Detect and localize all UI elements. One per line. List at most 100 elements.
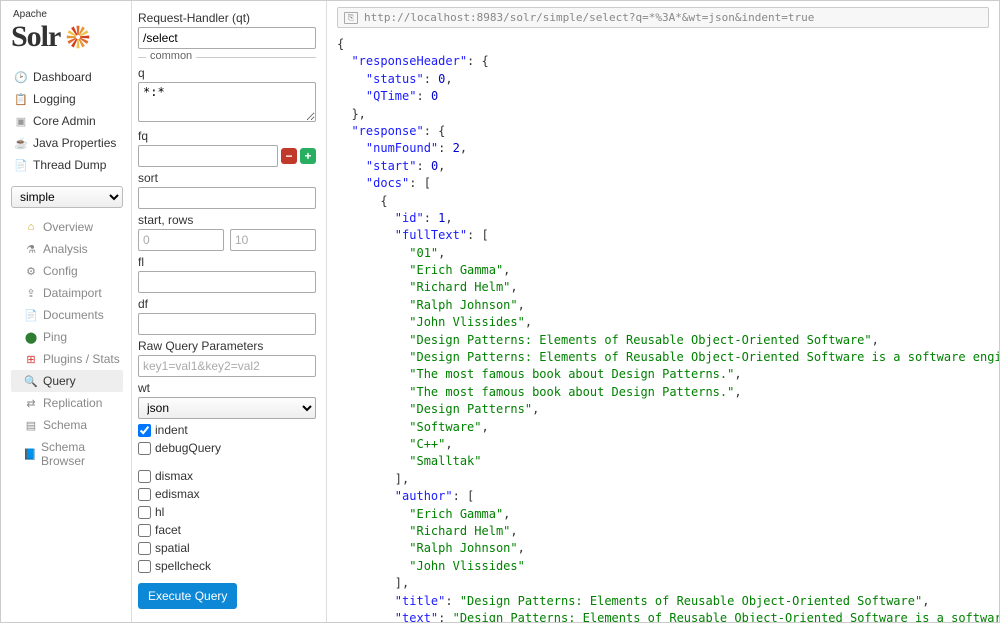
indent-checkbox[interactable] <box>138 424 151 437</box>
core-documents[interactable]: 📄 Documents <box>11 304 123 326</box>
core-analysis[interactable]: ⚗ Analysis <box>11 238 123 260</box>
spatial-row[interactable]: spatial <box>138 541 316 555</box>
nav-label: Thread Dump <box>33 158 106 172</box>
nav-label: Analysis <box>43 242 88 256</box>
flask-icon: ⚗ <box>23 242 39 256</box>
home-icon: ⌂ <box>23 220 39 234</box>
qt-input[interactable] <box>138 27 316 49</box>
nav-java-props[interactable]: ☕Java Properties <box>11 132 123 154</box>
spatial-checkbox[interactable] <box>138 542 151 555</box>
fq-remove-button[interactable]: − <box>281 148 297 164</box>
query-form: Request-Handler (qt) common q fq − + sor… <box>131 1 327 622</box>
plugin-icon: ⊞ <box>23 352 39 366</box>
facet-checkbox[interactable] <box>138 524 151 537</box>
nav-label: Logging <box>33 92 76 106</box>
hl-row[interactable]: hl <box>138 505 316 519</box>
gauge-icon: 🕑 <box>13 70 29 84</box>
core-selector[interactable]: simple <box>11 186 123 208</box>
fq-add-button[interactable]: + <box>300 148 316 164</box>
fl-input[interactable] <box>138 271 316 293</box>
start-input[interactable] <box>138 229 224 251</box>
edismax-checkbox[interactable] <box>138 488 151 501</box>
logo-brand: Solr <box>11 20 123 54</box>
core-select-dropdown[interactable]: simple <box>11 186 123 208</box>
nav-label: Schema Browser <box>41 440 121 468</box>
core-query[interactable]: 🔍 Query <box>11 370 123 392</box>
raw-input[interactable] <box>138 355 316 377</box>
replicate-icon: ⇄ <box>23 396 39 410</box>
opt-label: dismax <box>155 469 193 483</box>
sort-label: sort <box>138 171 316 185</box>
nav-label: Ping <box>43 330 67 344</box>
rows-input[interactable] <box>230 229 316 251</box>
schema-icon: ▤ <box>23 418 39 432</box>
opt-label: spatial <box>155 541 190 555</box>
logo-apache: Apache <box>13 9 123 20</box>
nav-logging[interactable]: 📋 Logging <box>11 88 123 110</box>
q-input[interactable] <box>138 82 316 122</box>
browser-icon: 📘 <box>23 447 37 461</box>
core-config[interactable]: ⚙Config <box>11 260 123 282</box>
logo-text: Solr <box>11 20 60 54</box>
nav-label: Overview <box>43 220 93 234</box>
dismax-row[interactable]: dismax <box>138 469 316 483</box>
logo: Apache Solr <box>11 9 123 54</box>
indent-row[interactable]: indent <box>138 423 316 437</box>
dismax-checkbox[interactable] <box>138 470 151 483</box>
nav-core: ⌂Overview ⚗Analysis ⚙Config ⇪Dataimport … <box>11 216 123 472</box>
spellcheck-row[interactable]: spellcheck <box>138 559 316 573</box>
core-schema[interactable]: ▤ Schema <box>11 414 123 436</box>
core-dataimport[interactable]: ⇪Dataimport <box>11 282 123 304</box>
nav-label: Query <box>43 374 76 388</box>
nav-label: Documents <box>43 308 104 322</box>
common-legend: common <box>146 50 196 62</box>
nav-label: Dataimport <box>43 286 102 300</box>
core-schema-browser[interactable]: 📘 Schema Browser <box>11 436 123 472</box>
facet-row[interactable]: facet <box>138 523 316 537</box>
core-plugins[interactable]: ⊞Plugins / Stats <box>11 348 123 370</box>
nav-thread-dump[interactable]: 📄 Thread Dump <box>11 154 123 176</box>
nav-label: Schema <box>43 418 87 432</box>
search-icon: 🔍 <box>23 374 39 388</box>
nav-label: Dashboard <box>33 70 92 84</box>
start-rows-label: start, rows <box>138 213 316 227</box>
nav-label: Java Properties <box>33 136 116 150</box>
q-label: q <box>138 66 316 80</box>
core-replication[interactable]: ⇄ Replication <box>11 392 123 414</box>
core-ping[interactable]: ⬤ Ping <box>11 326 123 348</box>
nav-dashboard[interactable]: 🕑 Dashboard <box>11 66 123 88</box>
debug-checkbox[interactable] <box>138 442 151 455</box>
app-root: Apache Solr 🕑 Dashboard 📋 Logging ▣Core Ad… <box>1 1 999 622</box>
sort-input[interactable] <box>138 187 316 209</box>
wt-select[interactable]: json <box>138 397 316 419</box>
edismax-row[interactable]: edismax <box>138 487 316 501</box>
ping-icon: ⬤ <box>23 330 39 344</box>
common-fieldset: common q fq − + sort start, rows fl df R… <box>138 57 316 455</box>
thread-icon: 📄 <box>13 158 29 172</box>
spellcheck-checkbox[interactable] <box>138 560 151 573</box>
nav-core-admin[interactable]: ▣Core Admin <box>11 110 123 132</box>
log-icon: 📋 <box>13 92 29 106</box>
execute-query-button[interactable]: Execute Query <box>138 583 237 609</box>
df-input[interactable] <box>138 313 316 335</box>
gear-icon: ⚙ <box>23 264 39 278</box>
core-overview[interactable]: ⌂ Overview <box>11 216 123 238</box>
result-panel: ⎘ http://localhost:8983/solr/simple/sele… <box>327 1 999 622</box>
df-label: df <box>138 297 316 311</box>
opt-label: edismax <box>155 487 200 501</box>
link-icon: ⎘ <box>344 12 358 24</box>
debug-row[interactable]: debugQuery <box>138 441 316 455</box>
hl-checkbox[interactable] <box>138 506 151 519</box>
qt-label: Request-Handler (qt) <box>138 11 316 25</box>
sun-icon <box>64 23 92 51</box>
fq-input[interactable] <box>138 145 278 167</box>
result-url-bar[interactable]: ⎘ http://localhost:8983/solr/simple/sele… <box>337 7 989 28</box>
opt-label: spellcheck <box>155 559 211 573</box>
json-output: { "responseHeader": { "status": 0, "QTim… <box>337 36 989 622</box>
start-rows-row <box>138 229 316 251</box>
opt-label: facet <box>155 523 181 537</box>
nav-main: 🕑 Dashboard 📋 Logging ▣Core Admin ☕Java Pr… <box>11 66 123 176</box>
fq-row: − + <box>138 145 316 167</box>
nav-label: Replication <box>43 396 102 410</box>
doc-icon: 📄 <box>23 308 39 322</box>
